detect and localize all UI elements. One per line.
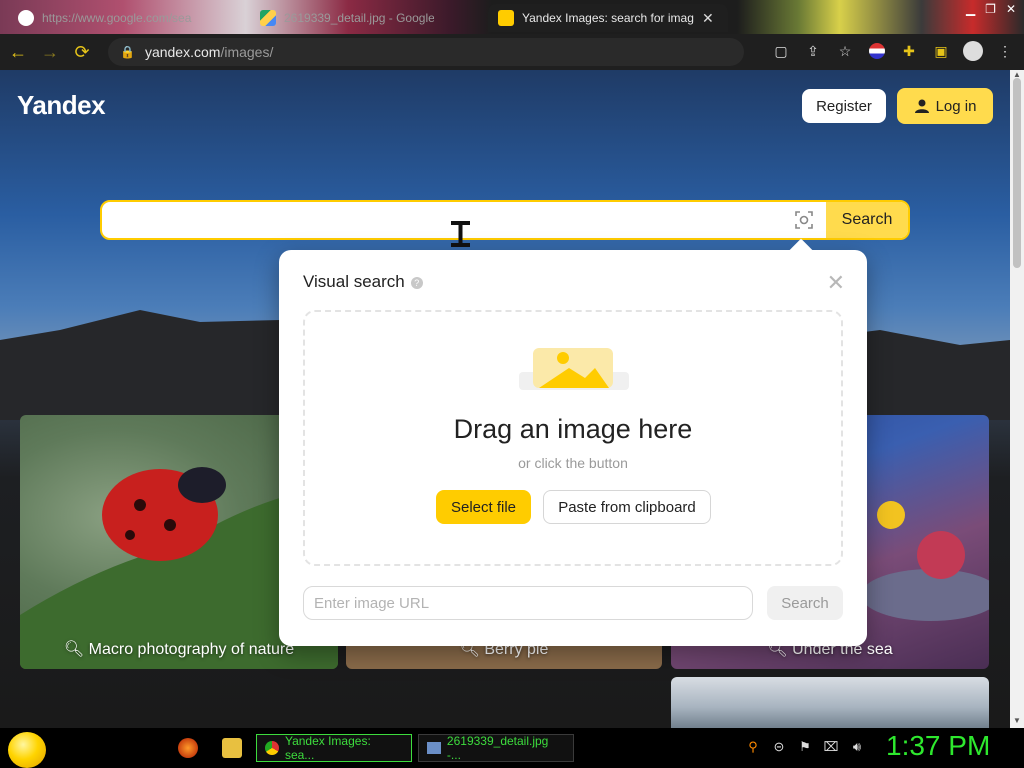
volume-icon[interactable]: 🔊︎ <box>848 738 866 756</box>
taskbar-window-label: 2619339_detail.jpg -... <box>446 734 549 762</box>
folder-icon[interactable] <box>222 738 242 758</box>
page-scrollbar[interactable]: ▲ ▼ <box>1010 70 1024 728</box>
image-search-bar: Search <box>100 200 910 240</box>
popup-pointer <box>789 238 813 262</box>
clipboard-icon[interactable]: ▢ <box>770 40 792 62</box>
help-icon[interactable]: ? <box>410 276 423 289</box>
scroll-thumb[interactable] <box>1013 78 1021 268</box>
yandex-images-favicon-icon <box>498 10 514 26</box>
tab-label: Yandex Images: search for image <box>522 11 694 25</box>
scroll-down-arrow-icon[interactable]: ▼ <box>1010 716 1024 728</box>
extensions-puzzle-icon[interactable]: ✚ <box>898 40 920 62</box>
select-file-button[interactable]: Select file <box>436 490 531 524</box>
register-button[interactable]: Register <box>802 89 886 123</box>
sidebar-icon[interactable]: ▣ <box>930 40 952 62</box>
tab-yandex-images[interactable]: Yandex Images: search for image ✕ <box>488 4 728 32</box>
google-drive-icon <box>260 10 276 26</box>
share-icon[interactable]: ⇪ <box>802 40 824 62</box>
popup-title: Visual search? <box>303 272 423 292</box>
tab-google-drive[interactable]: 2619339_detail.jpg - Google Dr <box>250 4 482 32</box>
minimize-icon[interactable]: ▁ <box>966 2 975 16</box>
tile-mountains[interactable] <box>671 677 989 728</box>
url-path: /images/ <box>220 44 274 60</box>
tab-label: https://www.google.com/search <box>42 11 192 25</box>
menu-kebab-icon[interactable]: ⋮ <box>994 40 1016 62</box>
camera-search-icon[interactable] <box>794 210 814 230</box>
visual-search-popup: Visual search? ✕ Drag an image here or c… <box>279 238 867 646</box>
taskbar-window-yandex[interactable]: Yandex Images: sea... <box>256 734 412 762</box>
taskbar-window-image[interactable]: 2619339_detail.jpg -... <box>418 734 574 762</box>
lock-icon: 🔒 <box>120 45 135 59</box>
dropzone-subtitle: or click the button <box>518 455 628 471</box>
url-host: yandex.com <box>144 44 221 60</box>
bookmark-star-icon[interactable]: ☆ <box>834 40 856 62</box>
text-cursor-icon <box>451 221 470 247</box>
window-controls: ▁ ❐ ✕ <box>966 2 1016 16</box>
system-tray: ⚲ ⊝ ⚑ ⌧ 🔊︎ <box>744 738 866 756</box>
reload-icon[interactable]: ⟳ <box>68 38 96 66</box>
taskbar-window-label: Yandex Images: sea... <box>284 734 371 762</box>
toolbar-actions: ▢ ⇪ ☆ ✚ ▣ ⋮ <box>770 40 1016 62</box>
image-placeholder-icon <box>519 348 629 390</box>
browser-tab-strip: https://www.google.com/search 2619339_de… <box>0 0 1024 34</box>
taskbar-clock[interactable]: 1:37 PM <box>886 730 990 762</box>
tab-google-search[interactable]: https://www.google.com/search <box>8 4 244 32</box>
network-icon[interactable]: ⌧ <box>822 738 840 756</box>
login-label: Log in <box>935 97 977 115</box>
forward-arrow-icon[interactable]: → <box>36 38 64 66</box>
address-url: yandex.com/images/ <box>145 44 273 60</box>
paste-from-clipboard-button[interactable]: Paste from clipboard <box>543 490 711 524</box>
extension-flag-icon[interactable] <box>866 40 888 62</box>
close-popup-icon[interactable]: ✕ <box>827 270 845 296</box>
start-smiley-icon[interactable] <box>8 732 46 768</box>
tab-label: 2619339_detail.jpg - Google Dr <box>284 11 434 25</box>
close-tab-icon[interactable]: ✕ <box>702 10 714 27</box>
image-dropzone[interactable]: Drag an image here or click the button S… <box>303 310 843 566</box>
back-arrow-icon[interactable]: ← <box>4 38 32 66</box>
flag-icon[interactable]: ⚑ <box>796 738 814 756</box>
dropzone-title: Drag an image here <box>453 414 693 444</box>
chrome-icon <box>265 741 279 755</box>
user-icon <box>914 99 929 113</box>
google-favicon-icon <box>18 10 34 26</box>
status-dash-icon[interactable]: ⊝ <box>770 738 788 756</box>
yandex-logo[interactable]: Yandex <box>17 90 106 121</box>
search-icon[interactable]: ⚲ <box>744 738 762 756</box>
address-bar[interactable]: 🔒 yandex.com/images/ <box>108 38 744 66</box>
image-url-input[interactable] <box>303 586 753 620</box>
close-window-icon[interactable]: ✕ <box>1006 2 1016 16</box>
image-viewer-icon <box>427 742 441 754</box>
os-taskbar: Yandex Images: sea... 2619339_detail.jpg… <box>0 728 1024 768</box>
maximize-icon[interactable]: ❐ <box>985 2 996 16</box>
popup-title-text: Visual search <box>303 272 405 291</box>
firefox-icon[interactable] <box>178 738 198 758</box>
yandex-images-page: Yandex Register Log in Search 🔍︎ Macro p… <box>0 70 1010 728</box>
search-button[interactable]: Search <box>826 202 908 238</box>
login-button[interactable]: Log in <box>897 88 993 124</box>
search-icon: 🔍︎ <box>63 641 85 658</box>
url-search-button[interactable]: Search <box>767 586 843 620</box>
profile-avatar-icon[interactable] <box>962 40 984 62</box>
tile-caption-text: Macro photography of nature <box>88 641 295 658</box>
